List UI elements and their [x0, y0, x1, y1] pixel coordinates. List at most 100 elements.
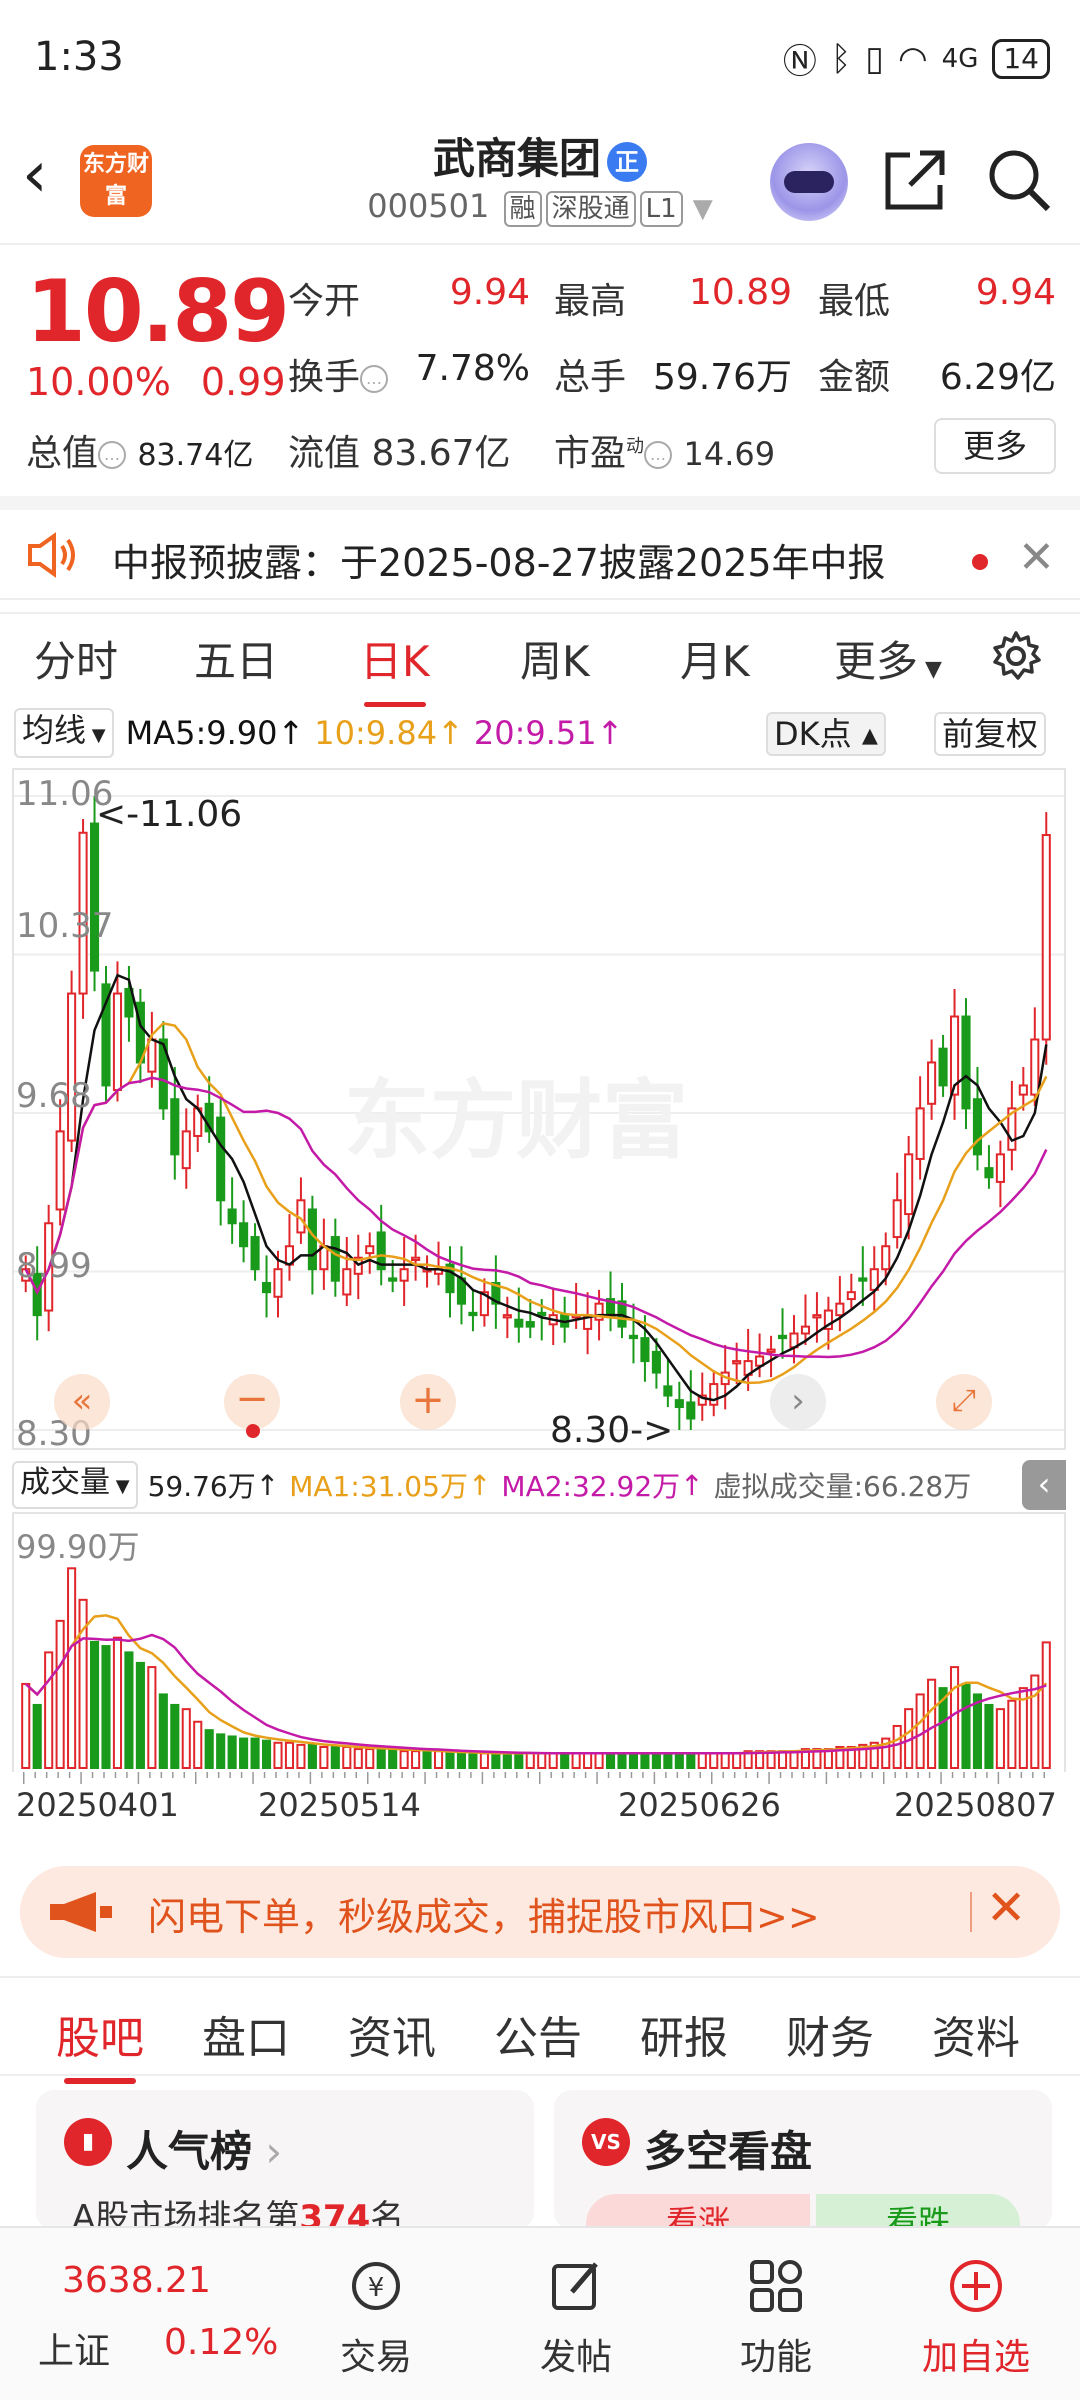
add-circle-icon	[950, 2260, 1002, 2312]
indicator-dot	[246, 1424, 260, 1438]
nav-trade[interactable]: ¥ 交易	[296, 2228, 456, 2400]
volume-bar	[330, 1745, 340, 1769]
tab-daily-k[interactable]: 日K	[360, 628, 430, 707]
tab-intraday[interactable]: 分时	[34, 628, 118, 689]
candle	[502, 1314, 512, 1319]
zoom-in-button[interactable]: +	[400, 1374, 456, 1430]
volume-bar	[479, 1752, 489, 1769]
nav-index[interactable]: 3638.21 上证 0.12%	[38, 2228, 278, 2400]
volume-chart[interactable]: 99.90万	[12, 1512, 1066, 1772]
tab-research[interactable]: 研报	[640, 2002, 728, 2066]
close-icon[interactable]: ✕	[1018, 532, 1055, 583]
ma-selector[interactable]: 均线 ▼	[14, 708, 114, 758]
tab-finance[interactable]: 财务	[786, 2002, 874, 2066]
collapse-panel-icon[interactable]: ‹	[1022, 1460, 1066, 1510]
volume-bar	[319, 1745, 329, 1769]
close-icon[interactable]: ✕	[986, 1880, 1026, 1936]
zoom-out-button[interactable]: −	[224, 1374, 280, 1430]
candle	[686, 1401, 696, 1420]
tag-level: L1	[639, 191, 683, 227]
volume-bar	[674, 1752, 684, 1769]
content-tabs: 股吧 盘口 资讯 公告 研报 财务 资料	[0, 1976, 1080, 2084]
kline-chart[interactable]: 东方财富 11.06 10.37 9.68 8.99 8.30 <-11.06 …	[12, 768, 1066, 1450]
nav-function[interactable]: 功能	[696, 2228, 856, 2400]
volume-bar	[21, 1682, 31, 1769]
volume-svg[interactable]	[14, 1514, 1064, 1772]
volume-bar	[261, 1739, 272, 1769]
volume-bar	[284, 1741, 295, 1770]
volume-bar	[995, 1708, 1005, 1770]
tab-profile[interactable]: 资料	[932, 2002, 1020, 2066]
tab-news[interactable]: 资讯	[348, 2002, 436, 2066]
candle	[640, 1337, 650, 1363]
scroll-right-button[interactable]: ›	[770, 1374, 826, 1430]
volume-bar	[984, 1703, 994, 1769]
bluetooth-icon: ᛒ	[830, 38, 852, 79]
popularity-card[interactable]: ▮ 人气榜 › A股市场排名第374名	[36, 2090, 534, 2230]
search-icon[interactable]	[984, 145, 1054, 215]
notice-bar[interactable]: 中报预披露：于2025-08-27披露2025年中报 ✕	[0, 496, 1080, 600]
tab-five-day[interactable]: 五日	[194, 628, 278, 689]
volume-ymax: 99.90万	[16, 1528, 140, 1566]
y-tick-3: 9.68	[16, 1076, 92, 1116]
long-short-card[interactable]: VS 多空看盘 看涨 看跌	[554, 2090, 1052, 2230]
current-price: 10.89	[26, 262, 290, 362]
dk-point-button[interactable]: DK点 ▴	[766, 712, 886, 756]
scroll-left-button[interactable]: «	[54, 1374, 110, 1430]
chevron-down-icon: ▼	[86, 725, 106, 746]
status-bar: 1:33 Ⓝ ᛒ ▯ ◠ 4G 14	[0, 0, 1080, 115]
volume-bar	[514, 1752, 524, 1769]
tab-weekly-k[interactable]: 周K	[520, 628, 590, 689]
nav-post[interactable]: 发帖	[496, 2228, 656, 2400]
promo-banner[interactable]: 闪电下单，秒级成交，捕捉股市风口>> ✕	[20, 1866, 1060, 1958]
chevron-right-icon: ›	[252, 2127, 283, 2176]
fullscreen-icon[interactable]: ⤢	[936, 1374, 992, 1430]
candle	[927, 1061, 937, 1105]
tab-guba[interactable]: 股吧	[56, 2002, 144, 2084]
settings-gear-icon[interactable]	[990, 630, 1042, 682]
volume-bar	[307, 1743, 317, 1769]
volume-bar	[594, 1752, 604, 1769]
volume-bar	[44, 1651, 54, 1769]
info-icon[interactable]: …	[98, 441, 127, 469]
candle	[388, 1277, 398, 1282]
candle	[170, 1098, 180, 1156]
candle	[674, 1399, 684, 1409]
tab-pankou[interactable]: 盘口	[202, 2002, 290, 2066]
ai-assistant-icon[interactable]	[770, 143, 848, 221]
candle	[55, 1130, 65, 1211]
info-icon[interactable]: …	[360, 365, 389, 393]
tab-more[interactable]: 更多 ▼	[834, 628, 942, 689]
volume-bar	[1007, 1699, 1017, 1769]
volume-bar	[365, 1748, 375, 1770]
trade-icon: ¥	[352, 2262, 400, 2310]
candle	[112, 992, 123, 1092]
candle	[227, 1208, 237, 1225]
tab-announcements[interactable]: 公告	[494, 2002, 582, 2066]
info-icon[interactable]: …	[644, 441, 673, 469]
bullish-button[interactable]: 看涨	[586, 2194, 810, 2230]
volume-bar	[124, 1651, 134, 1769]
volume-selector[interactable]: 成交量 ▼	[12, 1461, 138, 1509]
amount-label: 金额	[818, 357, 891, 398]
candle	[399, 1268, 409, 1282]
volume-bar	[697, 1752, 707, 1769]
nav-add-watchlist[interactable]: 加自选	[896, 2228, 1056, 2400]
chevron-down-icon[interactable]: ▼	[693, 194, 713, 224]
x-axis-ticks	[22, 1772, 1046, 1784]
nav-post-label: 发帖	[539, 2337, 612, 2378]
candle	[239, 1222, 249, 1248]
stock-code: 000501	[367, 187, 490, 225]
adjust-button[interactable]: 前复权	[934, 712, 1047, 756]
share-icon[interactable]	[880, 145, 950, 215]
notice-text: 中报预披露：于2025-08-27披露2025年中报	[112, 541, 886, 585]
tag-margin: 融	[503, 191, 542, 227]
more-quote-button[interactable]: 更多	[934, 418, 1056, 474]
bearish-button[interactable]: 看跌	[816, 2194, 1020, 2230]
low-value: 9.94	[975, 272, 1056, 313]
volume-bar	[961, 1682, 971, 1769]
candle	[984, 1167, 994, 1179]
tab-monthly-k[interactable]: 月K	[680, 628, 750, 689]
volume-bar	[411, 1750, 421, 1769]
mktcap-value: 83.74亿	[137, 438, 254, 473]
